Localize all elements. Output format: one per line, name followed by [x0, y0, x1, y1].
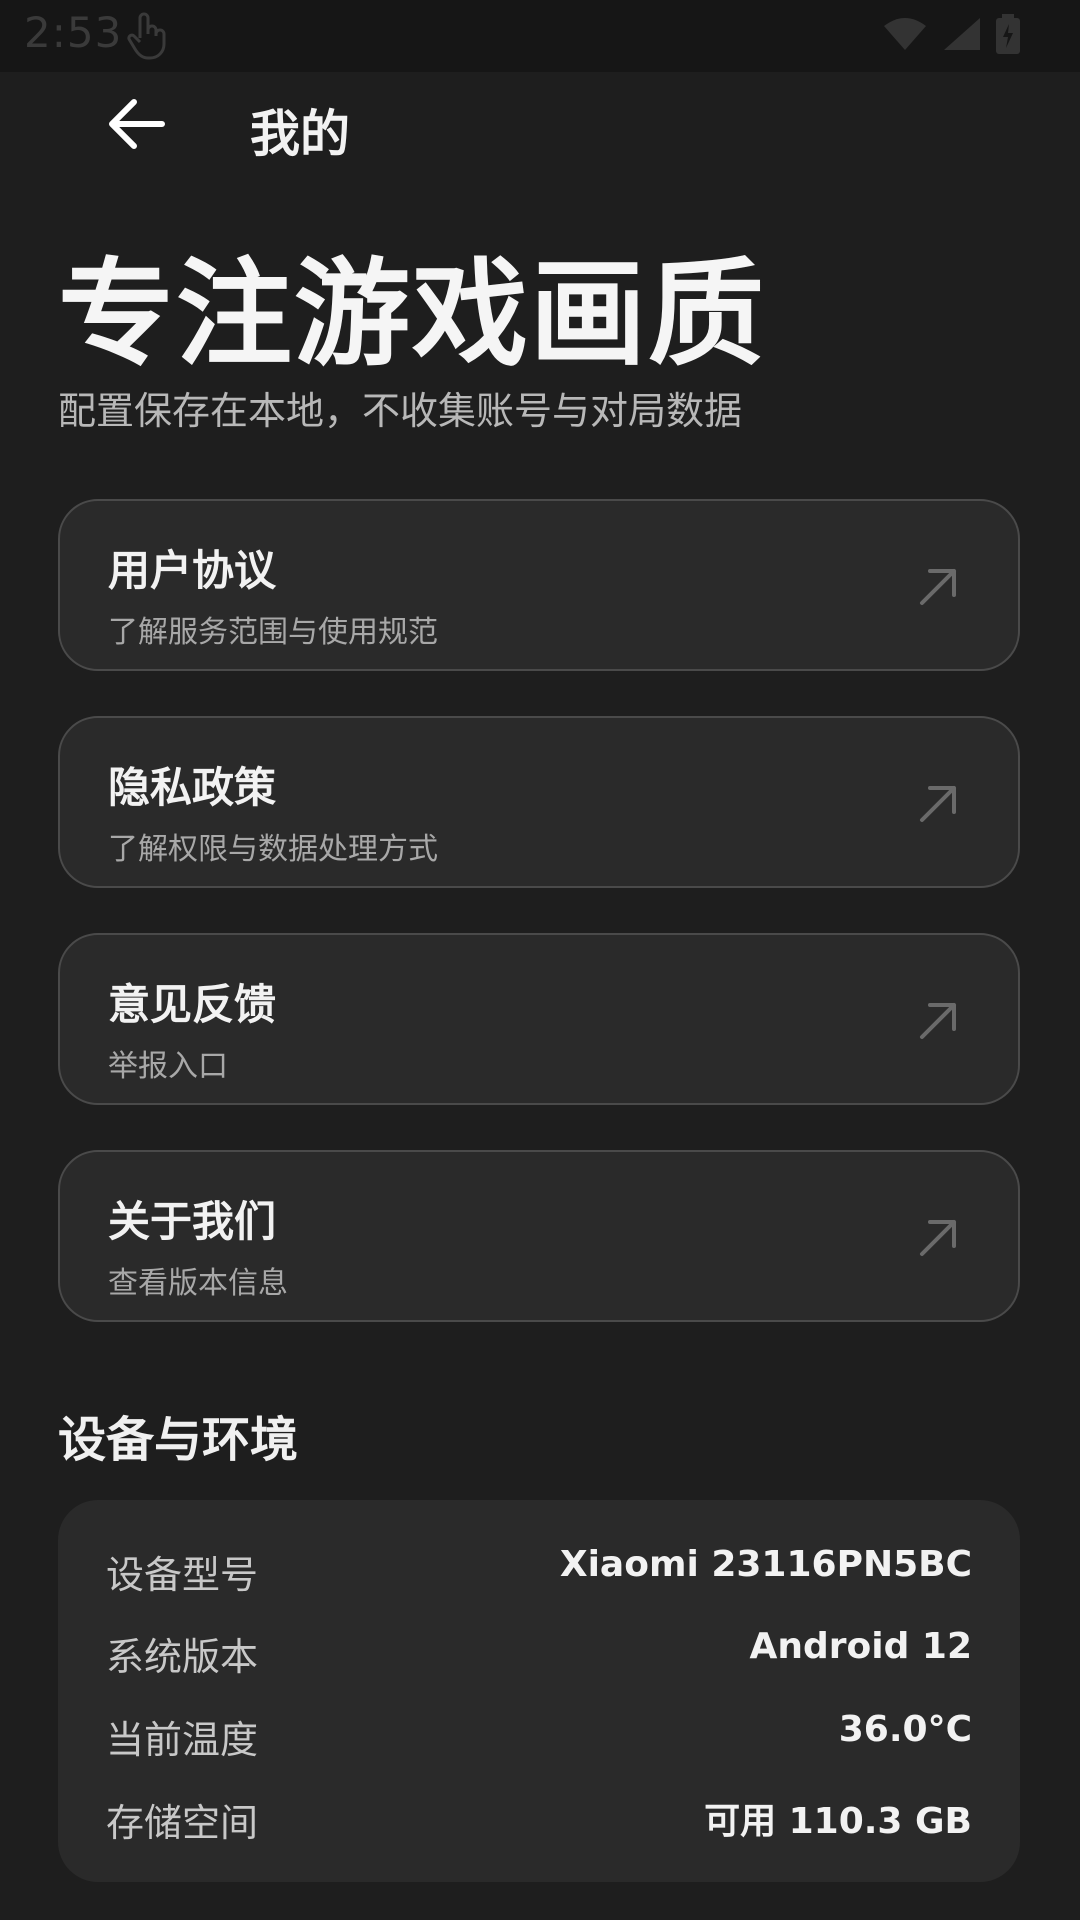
back-button[interactable]	[106, 94, 176, 154]
info-row-os: 系统版本 Android 12	[106, 1626, 972, 1686]
card-title: 用户协议	[108, 546, 277, 595]
info-row-temperature: 当前温度 36.0°C	[106, 1709, 972, 1769]
arrow-left-icon	[106, 99, 166, 158]
battery-charging-icon	[996, 14, 1020, 58]
info-label: 当前温度	[106, 1718, 259, 1762]
hand-pointer-icon	[126, 12, 166, 64]
info-label: 存储空间	[106, 1801, 259, 1845]
signal-icon	[942, 16, 982, 56]
section-title: 设备与环境	[58, 1412, 299, 1468]
status-time: 2:53	[24, 8, 123, 57]
info-value: Android 12	[749, 1626, 973, 1667]
card-title: 关于我们	[108, 1197, 277, 1246]
about-us-card[interactable]: 关于我们 查看版本信息	[58, 1150, 1020, 1322]
privacy-policy-card[interactable]: 隐私政策 了解权限与数据处理方式	[58, 716, 1020, 888]
card-title: 隐私政策	[108, 763, 277, 812]
device-info-card: 设备型号 Xiaomi 23116PN5BC 系统版本 Android 12 当…	[58, 1500, 1020, 1882]
info-value: 36.0°C	[838, 1709, 972, 1750]
card-subtitle: 了解服务范围与使用规范	[108, 615, 438, 650]
info-value: Xiaomi 23116PN5BC	[559, 1544, 972, 1585]
info-label: 系统版本	[106, 1635, 259, 1679]
arrow-up-right-icon	[916, 565, 960, 609]
info-value: 可用 110.3 GB	[704, 1801, 972, 1842]
wifi-icon	[882, 16, 928, 56]
arrow-up-right-icon	[916, 782, 960, 826]
info-label: 设备型号	[106, 1553, 259, 1597]
feedback-card[interactable]: 意见反馈 举报入口	[58, 933, 1020, 1105]
hero-subtitle: 配置保存在本地，不收集账号与对局数据	[58, 389, 743, 433]
page-title: 我的	[250, 105, 350, 163]
card-subtitle: 查看版本信息	[108, 1266, 288, 1301]
status-icons	[882, 14, 1020, 58]
info-row-storage: 存储空间 可用 110.3 GB	[106, 1792, 972, 1852]
arrow-up-right-icon	[916, 999, 960, 1043]
status-bar: 2:53	[0, 0, 1080, 72]
app-header: 我的	[0, 72, 1080, 176]
card-title: 意见反馈	[108, 980, 277, 1029]
user-agreement-card[interactable]: 用户协议 了解服务范围与使用规范	[58, 499, 1020, 671]
card-subtitle: 举报入口	[108, 1049, 228, 1084]
card-subtitle: 了解权限与数据处理方式	[108, 832, 438, 867]
arrow-up-right-icon	[916, 1216, 960, 1260]
info-row-model: 设备型号 Xiaomi 23116PN5BC	[106, 1544, 972, 1604]
hero-title: 专注游戏画质	[58, 247, 766, 382]
